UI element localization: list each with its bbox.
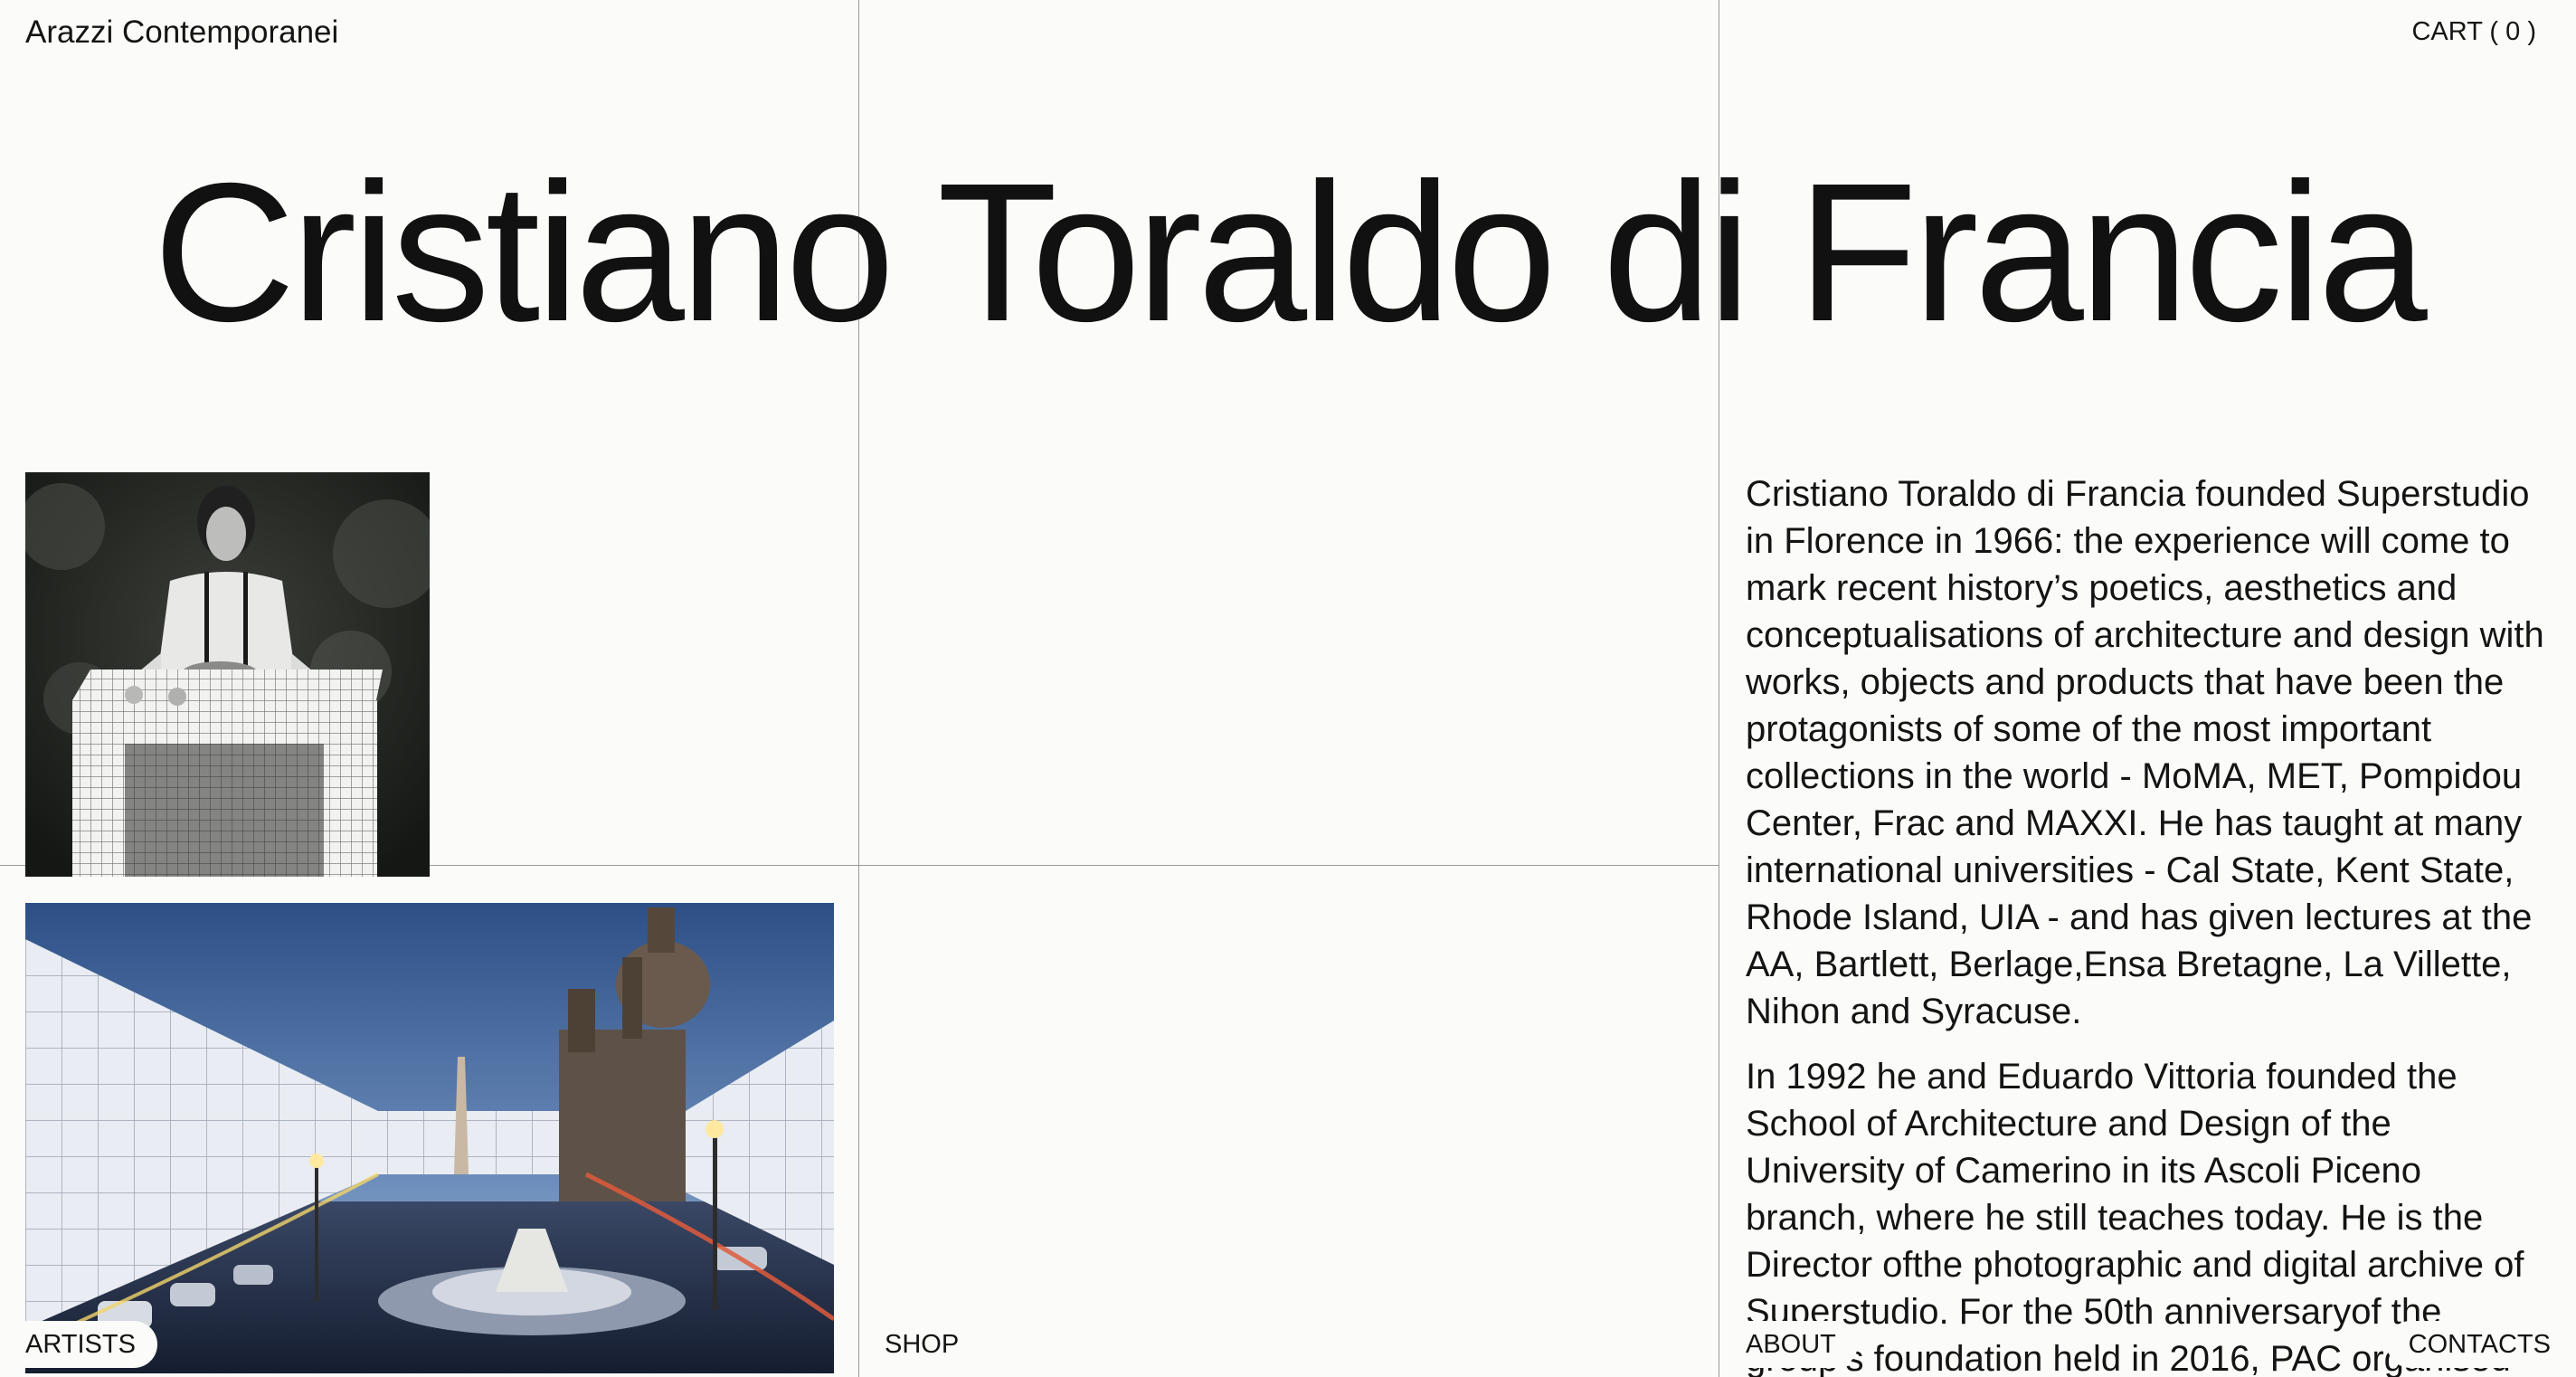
nav-contacts-link[interactable]: CONTACTS [2386, 1321, 2572, 1368]
nav-about-link[interactable]: ABOUT [1724, 1321, 1858, 1368]
page: Arazzi Contemporanei CART ( 0 ) Cristian… [0, 0, 2576, 1377]
page-title: Cristiano Toraldo di Francia [153, 143, 2428, 363]
cart-button[interactable]: CART ( 0 ) [2411, 14, 2536, 49]
piazza-photo[interactable] [25, 903, 834, 1373]
nav-shop-link[interactable]: SHOP [863, 1321, 981, 1368]
biography: Cristiano Toraldo di Francia founded Sup… [1746, 470, 2551, 1377]
nav-artists-link[interactable]: ARTISTS [4, 1321, 157, 1368]
bio-paragraph-1: Cristiano Toraldo di Francia founded Sup… [1746, 474, 2544, 1031]
brand-link[interactable]: Arazzi Contemporanei [25, 13, 338, 52]
portrait-photo[interactable] [25, 472, 430, 877]
